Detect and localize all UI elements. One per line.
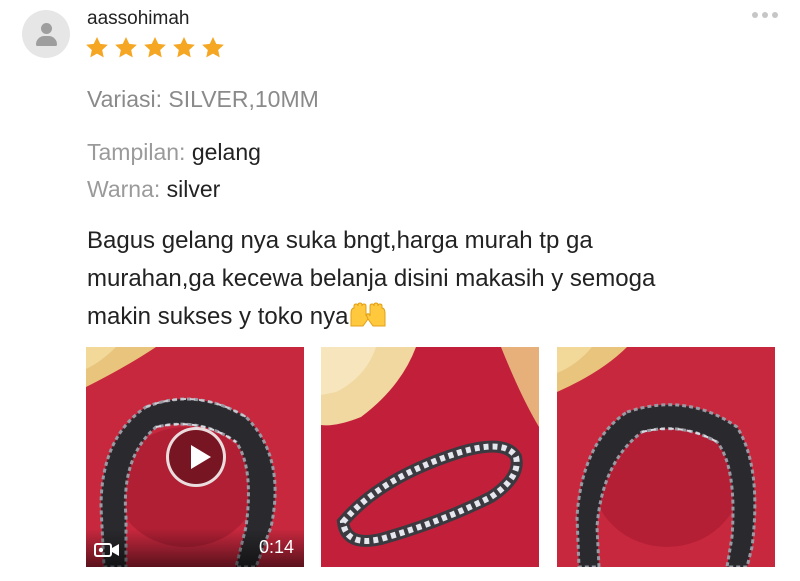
- more-dot: [752, 12, 758, 18]
- more-dot: [762, 12, 768, 18]
- avatar-head: [41, 23, 52, 34]
- user-avatar[interactable]: [22, 10, 70, 58]
- review-photo[interactable]: [557, 347, 775, 567]
- more-dot: [772, 12, 778, 18]
- review-photo[interactable]: [321, 347, 539, 567]
- raised-hands-emoji: [350, 302, 386, 327]
- attribute-value: gelang: [191, 139, 261, 165]
- review-body: Bagus gelang nya suka bngt,harga murah t…: [87, 222, 787, 336]
- product-variation: Variasi: SILVER,10MM: [87, 86, 319, 112]
- bracelet-photo: [557, 347, 775, 567]
- star-icon: [144, 36, 166, 58]
- video-camera-icon: [94, 543, 119, 557]
- bracelet-photo: [321, 347, 539, 567]
- star-rating: [84, 35, 226, 61]
- attribute-warna: Warna: silver: [87, 176, 220, 203]
- video-duration: 0:14: [258, 537, 294, 557]
- attribute-label: Tampilan:: [87, 139, 192, 165]
- review-video-thumbnail[interactable]: 0:14: [86, 347, 304, 567]
- star-icon: [173, 36, 195, 58]
- star-icon: [202, 36, 224, 58]
- more-options-icon[interactable]: [752, 12, 778, 18]
- play-button[interactable]: [166, 427, 226, 487]
- avatar-body: [36, 36, 57, 46]
- reviewer-username: aassohimah: [87, 8, 190, 29]
- star-icon: [115, 36, 137, 58]
- attribute-label: Warna:: [87, 176, 167, 202]
- star-icon: [86, 36, 108, 58]
- attribute-value: silver: [166, 176, 221, 202]
- attribute-tampilan: Tampilan: gelang: [87, 139, 261, 166]
